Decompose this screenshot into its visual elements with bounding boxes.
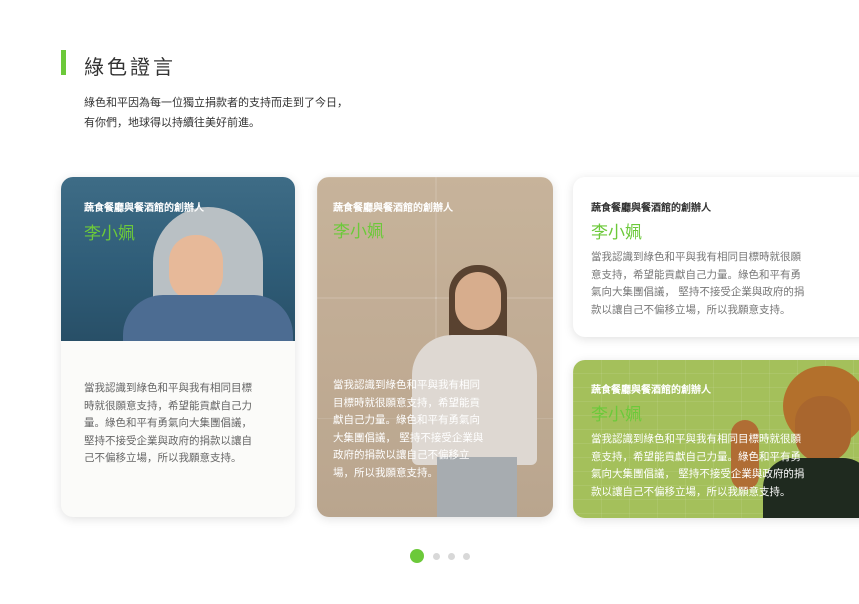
testimonial-role: 蔬食餐廳與餐酒館的創辦人 xyxy=(591,203,711,214)
testimonial-role: 蔬食餐廳與餐酒館的創辦人 xyxy=(333,203,453,214)
testimonial-quote-line: 獻自己力量。綠色和平有勇氣向 xyxy=(333,414,480,426)
testimonial-quote-line: 當我認識到綠色和平與我有相同目標時就很願 xyxy=(591,433,801,445)
testimonial-quote-line: 氣向大集團倡議， 堅持不接受企業與政府的捐 xyxy=(591,286,805,298)
testimonial-quote-line: 當我認識到綠色和平與我有相同目標時就很願 xyxy=(591,251,801,263)
testimonial-name: 李小姵 xyxy=(84,224,135,244)
testimonial-card[interactable]: 蔬食餐廳與餐酒館的創辦人 李小姵 當我認識到綠色和平與我有相同目標時就很願 意支… xyxy=(573,177,859,337)
testimonial-quote-line: 量。綠色和平有勇氣向大集團倡議， xyxy=(84,417,252,429)
testimonial-quote-line: 當我認識到綠色和平與我有相同目標 xyxy=(84,382,252,394)
testimonial-quote: 當我認識到綠色和平與我有相同 目標時就很願意支持，希望能貢 獻自己力量。綠色和平… xyxy=(333,377,483,482)
carousel-pagination xyxy=(410,549,478,563)
section-title-accent-bar xyxy=(61,50,66,75)
testimonial-quote-line: 場，所以我願意支持。 xyxy=(333,466,438,479)
testimonial-quote-line: 意支持，希望能貢獻自己力量。綠色和平有勇 xyxy=(591,450,801,463)
testimonial-quote-line: 意支持，希望能貢獻自己力量。綠色和平有勇 xyxy=(591,268,801,281)
section-intro-line: 綠色和平因為每一位獨立捐款者的支持而走到了今日， xyxy=(84,96,348,109)
carousel-dot-3[interactable] xyxy=(448,552,455,560)
testimonial-quote-line: 己不偏移立場，所以我願意支持。 xyxy=(84,452,242,464)
testimonial-quote-line: 當我認識到綠色和平與我有相同 xyxy=(333,379,480,391)
carousel-dot-2[interactable] xyxy=(433,552,440,560)
testimonial-quote-line: 時就很願意支持，希望能貢獻自己力 xyxy=(84,399,252,412)
testimonial-quote-line: 款以讓自己不偏移立場，所以我願意支持。 xyxy=(591,485,791,498)
testimonial-card[interactable]: 蔬食餐廳與餐酒館的創辦人 李小姵 當我認識到綠色和平與我有相同目標時就很願 意支… xyxy=(573,360,859,518)
carousel-dot-4[interactable] xyxy=(463,552,470,560)
testimonial-quote: 當我認識到綠色和平與我有相同目標時就很願 意支持，希望能貢獻自己力量。綠色和平有… xyxy=(591,431,804,501)
testimonial-quote-line: 目標時就很願意支持，希望能貢 xyxy=(333,396,480,409)
section-intro: 綠色和平因為每一位獨立捐款者的支持而走到了今日， 有你們，地球得以持續往美好前進… xyxy=(84,93,348,133)
testimonial-quote-line: 政府的捐款以讓自己不偏移立 xyxy=(333,449,470,461)
testimonial-card[interactable]: 蔬食餐廳與餐酒館的創辦人 李小姵 當我認識到綠色和平與我有相同目標 時就很願意支… xyxy=(61,177,295,517)
testimonial-quote-line: 款以讓自己不偏移立場，所以我願意支持。 xyxy=(591,303,791,316)
testimonial-name: 李小姵 xyxy=(591,223,642,243)
testimonial-quote-line: 氣向大集團倡議， 堅持不接受企業與政府的捐 xyxy=(591,468,805,480)
testimonial-quote-line: 大集團倡議， 堅持不接受企業與 xyxy=(333,431,484,444)
carousel-dot-1[interactable] xyxy=(410,549,424,563)
testimonial-role: 蔬食餐廳與餐酒館的創辦人 xyxy=(84,203,204,214)
testimonial-name: 李小姵 xyxy=(591,405,642,425)
testimonial-name: 李小姵 xyxy=(333,222,384,242)
section-title: 綠色證言 xyxy=(84,55,176,79)
section-intro-line: 有你們，地球得以持續往美好前進。 xyxy=(84,116,260,129)
testimonial-card[interactable]: 蔬食餐廳與餐酒館的創辦人 李小姵 當我認識到綠色和平與我有相同 目標時就很願意支… xyxy=(317,177,553,517)
testimonial-quote: 當我認識到綠色和平與我有相同目標時就很願 意支持，希望能貢獻自己力量。綠色和平有… xyxy=(591,249,804,319)
testimonial-photo: 蔬食餐廳與餐酒館的創辦人 李小姵 xyxy=(61,177,295,341)
testimonial-quote: 當我認識到綠色和平與我有相同目標 時就很願意支持，希望能貢獻自己力 量。綠色和平… xyxy=(84,380,252,468)
testimonial-role: 蔬食餐廳與餐酒館的創辦人 xyxy=(591,385,711,396)
testimonial-quote-line: 堅持不接受企業與政府的捐款以讓自 xyxy=(84,434,252,447)
